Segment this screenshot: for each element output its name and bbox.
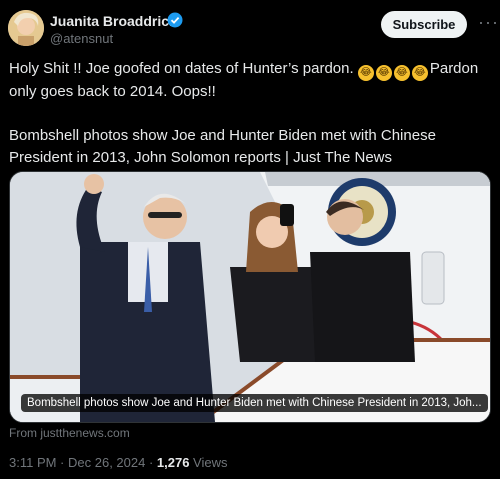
emoji-rofl-icon: 😂 xyxy=(375,65,392,81)
avatar[interactable] xyxy=(8,10,44,46)
tweet-line-1: Holy Shit !! Joe goofed on dates of Hunt… xyxy=(9,60,358,77)
tweet-line-3: Bombshell photos show Joe and Hunter Bid… xyxy=(9,127,436,144)
subscribe-button[interactable]: Subscribe xyxy=(381,11,467,38)
card-source-link[interactable]: From justthenews.com xyxy=(9,426,130,440)
view-count: 1,276 xyxy=(156,455,190,470)
emoji-rofl-icon: 😂 xyxy=(393,65,410,81)
card-caption: Bombshell photos show Joe and Hunter Bid… xyxy=(21,394,488,412)
card-photo xyxy=(10,172,490,422)
link-card[interactable]: Bombshell photos show Joe and Hunter Bid… xyxy=(9,171,491,423)
emoji-rofl-icon: 😂 xyxy=(411,65,428,81)
verified-badge-icon xyxy=(167,12,183,28)
more-options-icon[interactable]: ··· xyxy=(478,12,499,32)
tweet-meta: 3:11 PM · Dec 26, 2024 · 1,276 Views xyxy=(9,455,228,470)
author-handle[interactable]: @atensnut xyxy=(50,31,113,46)
tweet-line-1-end: Pardon xyxy=(429,60,479,77)
tweet-timestamp[interactable]: 3:11 PM · Dec 26, 2024 · xyxy=(9,455,157,470)
author-name[interactable]: Juanita Broaddrick xyxy=(50,13,177,29)
views-label: Views xyxy=(189,455,228,470)
tweet-text: Holy Shit !! Joe goofed on dates of Hunt… xyxy=(9,58,493,169)
tweet-line-2: only goes back to 2014. Oops!! xyxy=(9,83,216,100)
emoji-rofl-icon: 😂 xyxy=(357,65,374,81)
tweet-line-4: President in 2013, John Solomon reports … xyxy=(9,149,392,166)
